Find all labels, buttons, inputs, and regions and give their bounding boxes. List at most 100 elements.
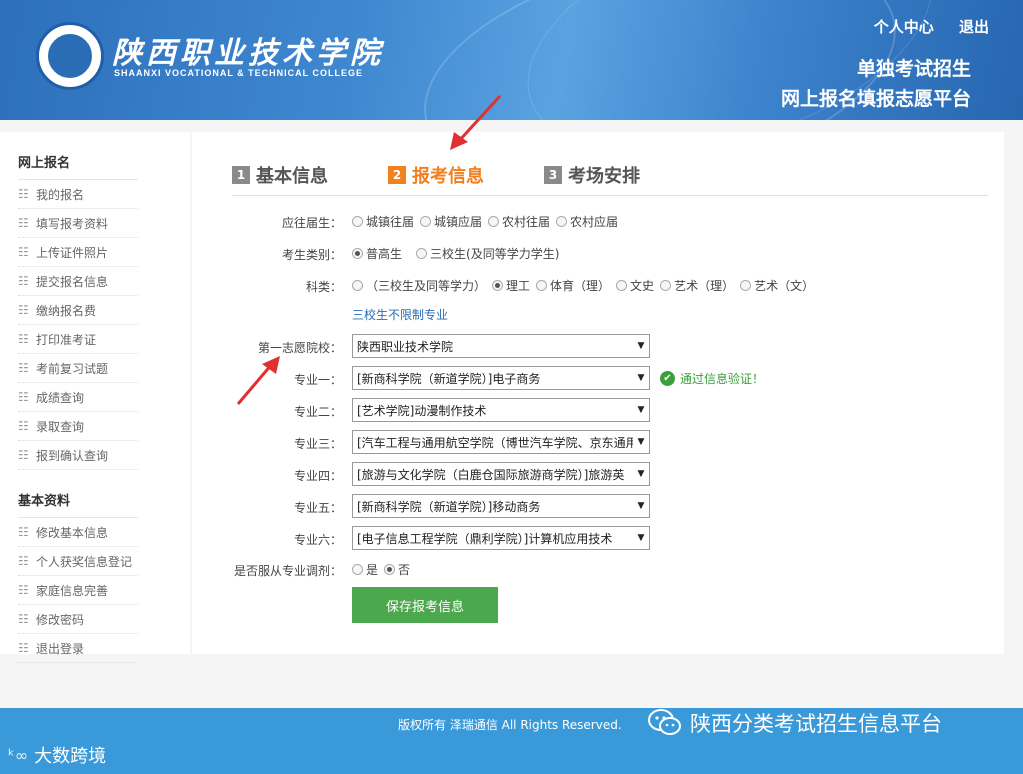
radio-urban-previous[interactable]: 城镇往届 (352, 213, 414, 230)
select-value: [旅游与文化学院（白鹿仓国际旅游商学院）]旅游英 (357, 467, 625, 482)
list-icon: ☷ (18, 216, 29, 230)
subject-group: （三校生及同等学力） 理工 体育（理） 文史 艺术（理） 艺术（文） (352, 277, 820, 294)
sidebar-item-logout[interactable]: ☷ 退出登录 (18, 634, 138, 663)
radio-icon (420, 216, 432, 227)
radio-label: 艺术（文） (754, 279, 815, 293)
tab-exam-arrangement[interactable]: 3 考场安排 (544, 162, 640, 188)
sidebar: 网上报名 ☷ 我的报名 ☷ 填写报考资料 ☷ 上传证件照片 ☷ 提交报名信息 ☷ 缴纳报名… (0, 132, 190, 663)
radio-icon (352, 216, 363, 227)
radio-label: 否 (398, 563, 411, 577)
sidebar-item-my-registration[interactable]: ☷ 我的报名 (18, 180, 138, 209)
sidebar-section-title: 网上报名 (18, 132, 138, 180)
radio-general-high-school[interactable]: 普高生 (352, 245, 402, 262)
graduate-type-label: 应往届生： (281, 216, 342, 230)
radio-subject-science[interactable]: 理工 (492, 277, 530, 294)
major-5-select[interactable]: [新商科学院（新道学院）]移动商务 ▼ (352, 494, 650, 518)
sidebar-item-label: 个人获奖信息登记 (36, 554, 133, 569)
save-application-button[interactable]: 保存报考信息 (352, 587, 498, 623)
college-name-cn: 陕西职业技术学院 (112, 36, 384, 71)
sidebar-section-online-registration: 网上报名 ☷ 我的报名 ☷ 填写报考资料 ☷ 上传证件照片 ☷ 提交报名信息 ☷ 缴纳报名… (0, 132, 190, 470)
radio-subject-three-schools[interactable]: （三校生及同等学力） (352, 277, 486, 294)
list-icon: ☷ (18, 612, 29, 626)
candidate-category-group: 普高生 三校生(及同等学力学生) (352, 245, 565, 262)
sidebar-item-family-info[interactable]: ☷ 家庭信息完善 (18, 576, 138, 605)
sidebar-item-fill-info[interactable]: ☷ 填写报考资料 (18, 209, 138, 238)
chevron-down-icon: ▼ (633, 469, 649, 479)
list-icon: ☷ (18, 245, 29, 259)
list-icon: ☷ (18, 525, 29, 539)
verification-text: 通过信息验证！ (680, 372, 765, 386)
sidebar-item-label: 我的报名 (36, 187, 85, 202)
sidebar-item-awards[interactable]: ☷ 个人获奖信息登记 (18, 547, 138, 576)
candidate-category-label: 考生类别： (281, 248, 342, 262)
sidebar-item-label: 考前复习试题 (36, 361, 109, 376)
major-1-select[interactable]: [新商科学院（新道学院）]电子商务 ▼ (352, 366, 650, 390)
radio-label: 农村往届 (502, 215, 551, 229)
sidebar-item-pay-fee[interactable]: ☷ 缴纳报名费 (18, 296, 138, 325)
sidebar-item-upload-photo[interactable]: ☷ 上传证件照片 (18, 238, 138, 267)
main-content: 1 基本信息 2 报考信息 3 考场安排 应往届生： 城镇往届 城镇应届 农村往… (192, 132, 1004, 654)
watermark-logo-icon: ᵏ∞ (8, 745, 29, 765)
major-4-label: 专业四： (293, 469, 342, 483)
step-label: 基本信息 (256, 166, 328, 187)
radio-label: 体育（理） (550, 279, 611, 293)
unrestricted-major-note[interactable]: 三校生不限制专业 (352, 306, 448, 323)
sidebar-item-label: 上传证件照片 (36, 245, 109, 260)
radio-adjust-yes[interactable]: 是 (352, 561, 378, 578)
sidebar-item-label: 家庭信息完善 (36, 583, 109, 598)
radio-rural-current[interactable]: 农村应届 (556, 213, 618, 230)
sidebar-item-change-password[interactable]: ☷ 修改密码 (18, 605, 138, 634)
list-icon: ☷ (18, 390, 29, 404)
major-4-select[interactable]: [旅游与文化学院（白鹿仓国际旅游商学院）]旅游英 ▼ (352, 462, 650, 486)
sidebar-item-edit-basic-info[interactable]: ☷ 修改基本信息 (18, 518, 138, 547)
list-icon: ☷ (18, 583, 29, 597)
sidebar-item-print-ticket[interactable]: ☷ 打印准考证 (18, 325, 138, 354)
radio-label: 城镇应届 (434, 215, 483, 229)
radio-subject-liberal-arts[interactable]: 文史 (616, 277, 654, 294)
chevron-down-icon: ▼ (633, 405, 649, 415)
radio-subject-art-liberal[interactable]: 艺术（文） (740, 277, 814, 294)
graduate-type-group: 城镇往届 城镇应届 农村往届 农村应届 (352, 213, 624, 230)
tab-application-info[interactable]: 2 报考信息 (388, 162, 484, 188)
first-choice-select[interactable]: 陕西职业技术学院 ▼ (352, 334, 650, 358)
sidebar-item-review-questions[interactable]: ☷ 考前复习试题 (18, 354, 138, 383)
radio-subject-art-science[interactable]: 艺术（理） (660, 277, 734, 294)
major-6-select[interactable]: [电子信息工程学院（鼎利学院）]计算机应用技术 ▼ (352, 526, 650, 550)
adjust-label: 是否服从专业调剂： (233, 564, 342, 578)
select-value: [新商科学院（新道学院）]移动商务 (357, 499, 541, 514)
sidebar-item-submit-info[interactable]: ☷ 提交报名信息 (18, 267, 138, 296)
annotation-arrow-icon (450, 94, 502, 150)
chevron-down-icon: ▼ (633, 533, 649, 543)
list-icon: ☷ (18, 303, 29, 317)
radio-label: （三校生及同等学力） (366, 279, 487, 293)
radio-urban-current[interactable]: 城镇应届 (420, 213, 482, 230)
sidebar-item-score-query[interactable]: ☷ 成绩查询 (18, 383, 138, 412)
sidebar-item-checkin-query[interactable]: ☷ 报到确认查询 (18, 441, 138, 470)
radio-subject-pe[interactable]: 体育（理） (536, 277, 610, 294)
radio-icon (740, 280, 752, 291)
major-3-select[interactable]: [汽车工程与通用航空学院（博世汽车学院、京东通用 ▼ (352, 430, 650, 454)
sidebar-item-admission-query[interactable]: ☷ 录取查询 (18, 412, 138, 441)
watermark: ᵏ∞ 大数跨境 (8, 742, 106, 768)
step-tabs: 1 基本信息 2 报考信息 3 考场安排 (232, 162, 988, 196)
verification-status: ✔ 通过信息验证！ (660, 370, 764, 387)
tab-basic-info[interactable]: 1 基本信息 (232, 162, 328, 188)
select-value: 陕西职业技术学院 (357, 339, 454, 354)
radio-icon (616, 280, 628, 291)
sidebar-item-label: 修改密码 (36, 612, 85, 627)
radio-adjust-no[interactable]: 否 (384, 561, 410, 578)
radio-three-schools[interactable]: 三校生(及同等学力学生) (416, 245, 559, 262)
logout-link[interactable]: 退出 (959, 18, 989, 36)
sidebar-item-label: 提交报名信息 (36, 274, 109, 289)
list-icon: ☷ (18, 448, 29, 462)
radio-label: 三校生(及同等学力学生) (430, 247, 560, 261)
sidebar-item-label: 成绩查询 (36, 390, 85, 405)
chevron-down-icon: ▼ (633, 341, 649, 351)
radio-icon (488, 216, 500, 227)
user-center-link[interactable]: 个人中心 (874, 18, 934, 36)
sidebar-item-label: 缴纳报名费 (36, 303, 97, 318)
major-5-label: 专业五： (293, 501, 342, 515)
list-icon: ☷ (18, 187, 29, 201)
radio-rural-previous[interactable]: 农村往届 (488, 213, 550, 230)
major-2-select[interactable]: [艺术学院]动漫制作技术 ▼ (352, 398, 650, 422)
